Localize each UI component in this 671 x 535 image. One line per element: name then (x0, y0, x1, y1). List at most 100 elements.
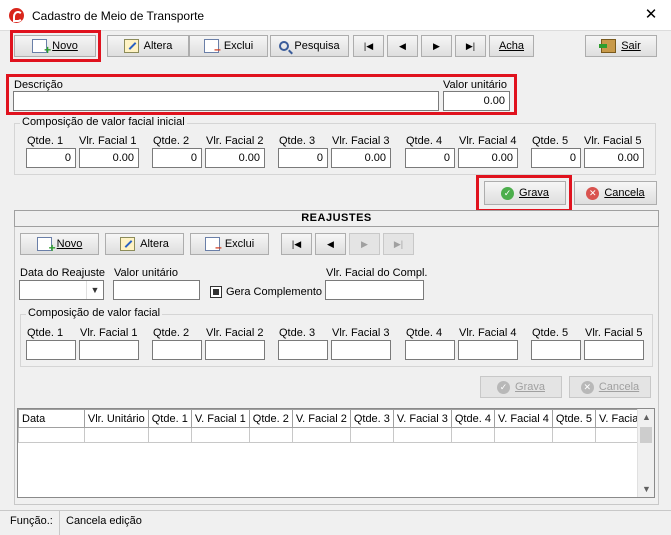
valor-unitario-reajuste-label: Valor unitário (114, 267, 178, 279)
data-reajuste-label: Data do Reajuste (20, 267, 105, 279)
reajustes-grid[interactable]: Data Vlr. Unitário Qtde. 1 V. Facial 1 Q… (17, 408, 655, 498)
r-qtde-1-input[interactable] (26, 340, 76, 360)
r-vlr-facial-1-label: Vlr. Facial 1 (80, 327, 138, 339)
status-divider (59, 511, 60, 535)
gera-complemento-checkbox[interactable] (210, 286, 222, 298)
acha-button[interactable]: Acha (489, 35, 534, 57)
first-record-button[interactable]: |◀ (353, 35, 384, 57)
reajuste-cancela-button[interactable]: ✕ Cancela (569, 376, 651, 398)
vlr-facial-compl-label: Vlr. Facial do Compl. (326, 267, 428, 279)
r-vlr-facial-2-input[interactable] (205, 340, 265, 360)
altera-button[interactable]: Altera (107, 35, 189, 57)
grava-button[interactable]: ✓ Grava (484, 181, 566, 205)
title-bar: Cadastro de Meio de Transporte ✕ (0, 0, 671, 31)
novo-button[interactable]: Novo (14, 35, 96, 57)
qtde-1-input[interactable] (26, 148, 76, 168)
qtde-3-label: Qtde. 3 (279, 135, 316, 147)
table-header-row: Data Vlr. Unitário Qtde. 1 V. Facial 1 Q… (18, 409, 654, 428)
reajuste-altera-button[interactable]: Altera (105, 233, 184, 255)
cancela-button[interactable]: ✕ Cancela (574, 181, 657, 205)
r-qtde-3-input[interactable] (278, 340, 328, 360)
window-title: Cadastro de Meio de Transporte (32, 9, 205, 23)
scroll-down-icon[interactable]: ▼ (638, 481, 654, 497)
r-vlr-facial-4-input[interactable] (458, 340, 518, 360)
vlr-facial-compl-input[interactable] (325, 280, 424, 300)
reajuste-last-button[interactable]: ▶| (383, 233, 414, 255)
last-record-button[interactable]: ▶| (455, 35, 486, 57)
vlr-facial-4-input[interactable] (458, 148, 518, 168)
prev-record-button[interactable]: ◀ (387, 35, 418, 57)
valor-unitario-reajuste-input[interactable] (113, 280, 200, 300)
col-header-v-facial-3[interactable]: V. Facial 3 (392, 409, 452, 428)
vlr-facial-1-label: Vlr. Facial 1 (79, 135, 137, 147)
r-vlr-facial-5-input[interactable] (584, 340, 644, 360)
new-document-icon (36, 237, 56, 255)
next-record-button[interactable]: ▶ (421, 35, 452, 57)
reajuste-prev-button[interactable]: ◀ (315, 233, 346, 255)
composicao-reajuste-label: Composição de valor facial (26, 307, 163, 319)
table-row[interactable] (18, 427, 654, 443)
vlr-facial-3-label: Vlr. Facial 3 (332, 135, 390, 147)
reajuste-first-button[interactable]: |◀ (281, 233, 312, 255)
scroll-up-icon[interactable]: ▲ (638, 409, 654, 425)
reajustes-title: REAJUSTES (14, 210, 659, 227)
r-qtde-5-input[interactable] (531, 340, 581, 360)
grid-vertical-scrollbar[interactable]: ▲ ▼ (637, 409, 654, 497)
qtde-4-input[interactable] (405, 148, 455, 168)
col-header-qtde-2[interactable]: Qtde. 2 (248, 409, 293, 428)
qtde-2-input[interactable] (152, 148, 202, 168)
gera-complemento-label: Gera Complemento (226, 286, 322, 298)
close-icon[interactable]: ✕ (640, 5, 662, 25)
exclui-button[interactable]: Exclui (189, 35, 268, 57)
descricao-input[interactable] (13, 91, 439, 111)
reajuste-next-button[interactable]: ▶ (349, 233, 380, 255)
reajuste-novo-button[interactable]: Novo (20, 233, 99, 255)
col-header-qtde-3[interactable]: Qtde. 3 (349, 409, 394, 428)
reajuste-exclui-button[interactable]: Exclui (190, 233, 269, 255)
vlr-facial-1-input[interactable] (79, 148, 139, 168)
qtde-5-input[interactable] (531, 148, 581, 168)
cancel-icon: ✕ (580, 380, 594, 394)
col-header-v-facial-2[interactable]: V. Facial 2 (291, 409, 351, 428)
vlr-facial-5-input[interactable] (584, 148, 644, 168)
qtde-3-input[interactable] (278, 148, 328, 168)
scroll-thumb[interactable] (640, 427, 652, 443)
chevron-down-icon[interactable]: ▼ (86, 281, 103, 299)
r-vlr-facial-5-label: Vlr. Facial 5 (585, 327, 643, 339)
r-qtde-2-label: Qtde. 2 (153, 327, 190, 339)
status-label: Função.: (10, 515, 53, 527)
col-header-qtde-4[interactable]: Qtde. 4 (450, 409, 495, 428)
app-logo-icon (9, 8, 24, 23)
col-header-data[interactable]: Data (18, 409, 85, 428)
r-vlr-facial-1-input[interactable] (79, 340, 139, 360)
r-vlr-facial-3-input[interactable] (331, 340, 391, 360)
r-qtde-4-input[interactable] (405, 340, 455, 360)
r-vlr-facial-3-label: Vlr. Facial 3 (332, 327, 390, 339)
col-header-vlr-unitario[interactable]: Vlr. Unitário (83, 409, 149, 428)
data-reajuste-combo[interactable]: ▼ (19, 280, 104, 300)
vlr-facial-5-label: Vlr. Facial 5 (584, 135, 642, 147)
vlr-facial-2-input[interactable] (205, 148, 265, 168)
delete-document-icon (203, 39, 221, 56)
descricao-label: Descrição (14, 79, 63, 91)
exit-door-icon (599, 39, 617, 53)
r-qtde-2-input[interactable] (152, 340, 202, 360)
r-vlr-facial-4-label: Vlr. Facial 4 (459, 327, 517, 339)
pesquisa-button[interactable]: Pesquisa (270, 35, 349, 57)
valor-unitario-input[interactable] (443, 91, 510, 111)
vlr-facial-3-input[interactable] (331, 148, 391, 168)
r-qtde-3-label: Qtde. 3 (279, 327, 316, 339)
status-value: Cancela edição (66, 515, 142, 527)
reajuste-grava-button[interactable]: ✓ Grava (480, 376, 562, 398)
qtde-5-label: Qtde. 5 (532, 135, 569, 147)
col-header-v-facial-4[interactable]: V. Facial 4 (493, 409, 553, 428)
r-qtde-1-label: Qtde. 1 (27, 327, 64, 339)
r-qtde-5-label: Qtde. 5 (532, 327, 569, 339)
col-header-qtde-1[interactable]: Qtde. 1 (147, 409, 192, 428)
col-header-v-facial-1[interactable]: V. Facial 1 (190, 409, 250, 428)
status-bar: Função.: Cancela edição (0, 510, 671, 535)
cancel-icon: ✕ (586, 186, 600, 200)
sair-button[interactable]: Sair (585, 35, 657, 57)
qtde-4-label: Qtde. 4 (406, 135, 443, 147)
col-header-qtde-5[interactable]: Qtde. 5 (551, 409, 597, 428)
